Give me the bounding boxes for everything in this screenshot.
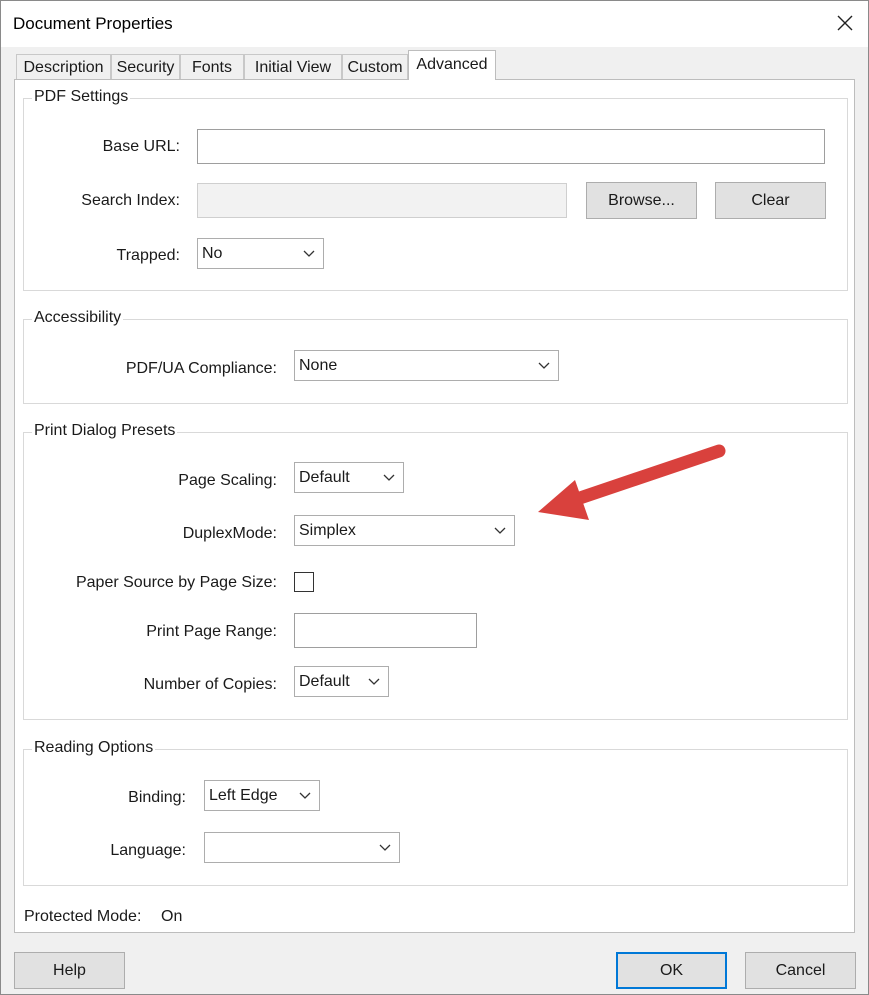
- ok-button[interactable]: OK: [616, 952, 727, 989]
- print-page-range-label: Print Page Range:: [146, 623, 277, 640]
- pdfua-compliance-value: None: [299, 357, 338, 374]
- tab-custom[interactable]: Custom: [342, 54, 408, 80]
- chevron-down-icon: [371, 833, 399, 862]
- advanced-tab-panel: PDF Settings Base URL: Search Index: Bro…: [14, 79, 855, 933]
- binding-dropdown[interactable]: Left Edge: [204, 780, 320, 811]
- base-url-label: Base URL:: [102, 138, 180, 155]
- print-dialog-presets-group: Print Dialog Presets Page Scaling: Defau…: [23, 422, 848, 720]
- pdfua-compliance-dropdown[interactable]: None: [294, 350, 559, 381]
- duplex-mode-value: Simplex: [299, 522, 356, 539]
- language-dropdown[interactable]: [204, 832, 400, 863]
- paper-source-checkbox[interactable]: [294, 572, 314, 592]
- tab-fonts[interactable]: Fonts: [180, 54, 244, 80]
- chevron-down-icon: [486, 516, 514, 545]
- clear-button[interactable]: Clear: [715, 182, 826, 219]
- pdf-settings-legend: PDF Settings: [32, 88, 131, 106]
- search-index-input: [197, 183, 567, 218]
- window-title: Document Properties: [13, 14, 173, 33]
- base-url-input[interactable]: [197, 129, 825, 164]
- chevron-down-icon: [375, 463, 403, 492]
- reading-options-group: Reading Options Binding: Left Edge Langu…: [23, 739, 848, 886]
- page-scaling-label: Page Scaling:: [178, 472, 277, 489]
- trapped-value: No: [202, 245, 223, 262]
- close-icon: [837, 15, 853, 31]
- number-of-copies-value: Default: [299, 673, 350, 690]
- pdfua-compliance-label: PDF/UA Compliance:: [125, 360, 277, 377]
- tab-security[interactable]: Security: [111, 54, 180, 80]
- pdf-settings-group: PDF Settings Base URL: Search Index: Bro…: [23, 88, 848, 291]
- duplex-mode-dropdown[interactable]: Simplex: [294, 515, 515, 546]
- binding-value: Left Edge: [209, 787, 278, 804]
- reading-options-legend: Reading Options: [32, 739, 156, 757]
- chevron-down-icon: [530, 351, 558, 380]
- document-properties-dialog: Document Properties Description Security…: [0, 0, 869, 995]
- search-index-label: Search Index:: [81, 192, 180, 209]
- page-scaling-value: Default: [299, 469, 350, 486]
- paper-source-label: Paper Source by Page Size:: [75, 574, 277, 591]
- chevron-down-icon: [295, 239, 323, 268]
- tab-description[interactable]: Description: [16, 54, 111, 80]
- close-button[interactable]: [822, 1, 868, 45]
- accessibility-legend: Accessibility: [32, 309, 124, 327]
- accessibility-group: Accessibility PDF/UA Compliance: None: [23, 309, 848, 404]
- browse-button[interactable]: Browse...: [586, 182, 697, 219]
- protected-mode-label: Protected Mode:: [24, 908, 142, 925]
- language-label: Language:: [110, 842, 186, 859]
- tab-advanced[interactable]: Advanced: [408, 50, 496, 80]
- trapped-dropdown[interactable]: No: [197, 238, 324, 269]
- print-page-range-input[interactable]: [294, 613, 477, 648]
- binding-label: Binding:: [128, 789, 186, 806]
- chevron-down-icon: [291, 781, 319, 810]
- chevron-down-icon: [360, 667, 388, 696]
- cancel-button[interactable]: Cancel: [745, 952, 856, 989]
- protected-mode-value: On: [161, 908, 183, 925]
- number-of-copies-dropdown[interactable]: Default: [294, 666, 389, 697]
- tab-initial-view[interactable]: Initial View: [244, 54, 342, 80]
- page-scaling-dropdown[interactable]: Default: [294, 462, 404, 493]
- print-dialog-presets-legend: Print Dialog Presets: [32, 422, 178, 440]
- trapped-label: Trapped:: [116, 247, 180, 264]
- title-bar: Document Properties: [1, 1, 868, 47]
- help-button[interactable]: Help: [14, 952, 125, 989]
- number-of-copies-label: Number of Copies:: [143, 676, 277, 693]
- duplex-mode-label: DuplexMode:: [182, 525, 277, 542]
